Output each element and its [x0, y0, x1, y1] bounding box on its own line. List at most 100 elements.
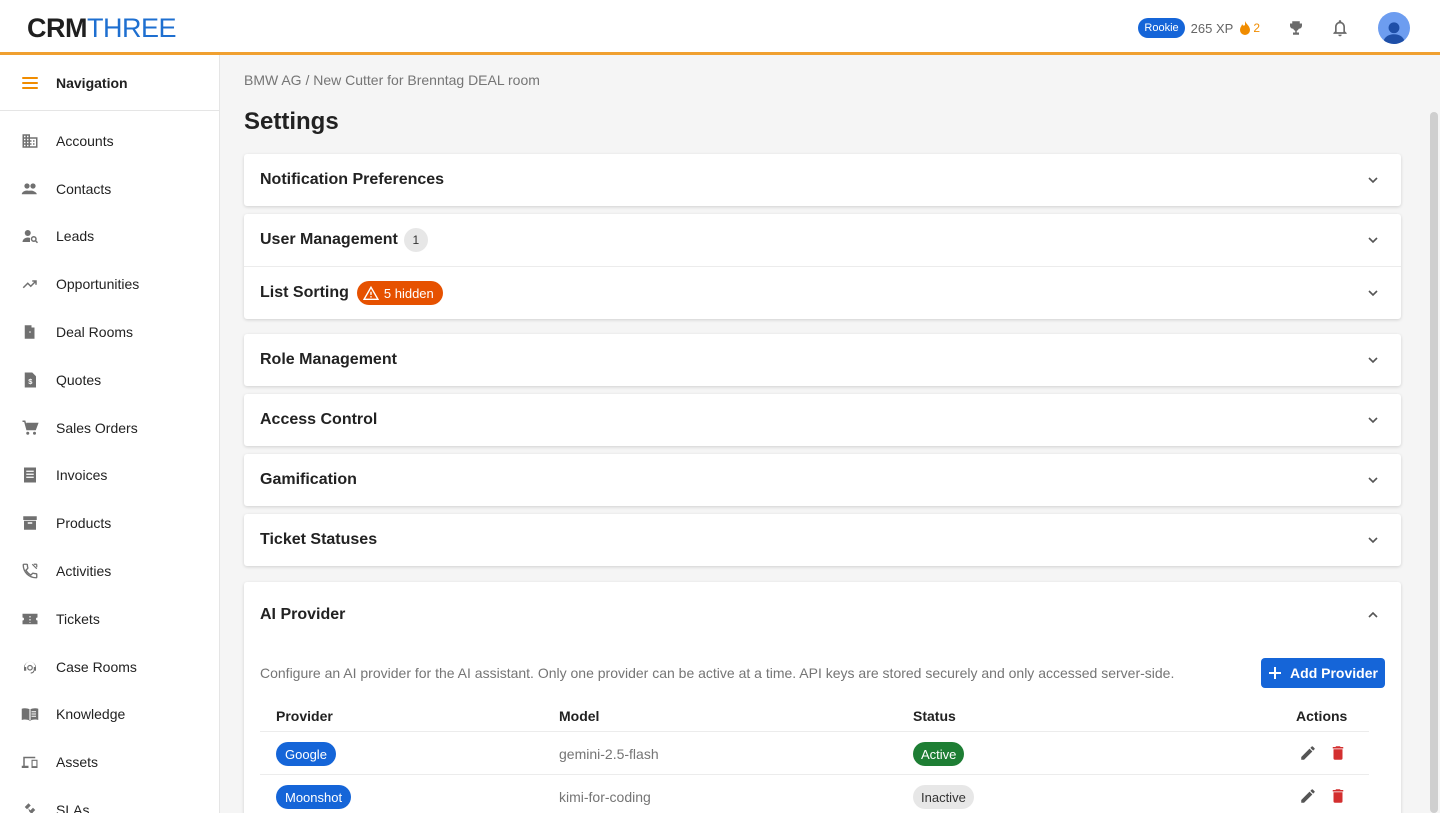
page-title: Settings [244, 108, 339, 135]
sidebar-item-label: Products [56, 515, 112, 532]
nav-header[interactable]: Navigation [0, 55, 219, 111]
sidebar-item-label: Assets [56, 754, 99, 771]
bell-icon [1333, 20, 1347, 37]
delete-icon[interactable] [1329, 787, 1347, 805]
xp-count: 265 XP [1190, 20, 1234, 36]
ticket-icon [21, 610, 39, 628]
sidebar-item-activities[interactable]: Activities [0, 547, 219, 595]
sidebar-item-tickets[interactable]: Tickets [0, 595, 219, 643]
add-provider-button[interactable]: Add Provider [1261, 658, 1385, 688]
ai-provider-panel: AI Provider Configure an AI provider for… [244, 582, 1401, 813]
sidebar-item-leads[interactable]: Leads [0, 213, 219, 261]
notifications-button[interactable] [1328, 16, 1352, 40]
chevron-down-icon [1368, 357, 1378, 364]
sidebar-item-label: Contacts [56, 180, 112, 197]
ticket-statuses-header[interactable]: Ticket Statuses [244, 514, 1401, 566]
chevron-down-icon [1368, 237, 1378, 244]
notification-preferences-panel: Notification Preferences [244, 154, 1401, 206]
trophy-icon [1290, 21, 1302, 35]
user-avatar[interactable] [1378, 12, 1410, 44]
sidebar-item-label: Sales Orders [56, 419, 138, 436]
sidebar-item-sales-orders[interactable]: Sales Orders [0, 404, 219, 452]
sidebar-item-assets[interactable]: Assets [0, 738, 219, 786]
ai-provider-header[interactable]: AI Provider [244, 582, 1401, 648]
provider-chip: Google [276, 742, 336, 766]
sidebar-item-label: Case Rooms [56, 658, 137, 675]
people-icon [21, 180, 39, 198]
plus-icon [1269, 667, 1282, 679]
section-title: User Management [260, 231, 398, 248]
status-badge: Active [913, 742, 965, 766]
scrollbar-thumb[interactable] [1430, 112, 1438, 813]
status-badge: Inactive [913, 785, 974, 809]
access-control-header[interactable]: Access Control [244, 394, 1401, 446]
column-header-provider[interactable]: Provider [276, 708, 333, 724]
trophy-button[interactable] [1284, 16, 1308, 40]
sidebar-item-contacts[interactable]: Contacts [0, 165, 219, 213]
door-icon [21, 323, 39, 341]
column-header-status[interactable]: Status [913, 708, 956, 724]
support-agent-icon [21, 658, 39, 676]
chevron-down-icon [1368, 177, 1378, 184]
chevron-down-icon [1368, 290, 1378, 297]
model-cell: kimi-for-coding [559, 789, 651, 805]
sidebar-item-products[interactable]: Products [0, 499, 219, 547]
sidebar-item-label: Opportunities [56, 276, 140, 293]
app-logo[interactable]: CRMTHREE [27, 14, 177, 42]
sidebar-item-knowledge[interactable]: Knowledge [0, 691, 219, 739]
trending-up-icon [21, 275, 39, 293]
gamification-header[interactable]: Gamification [244, 454, 1401, 506]
chevron-down-icon [1368, 477, 1378, 484]
model-cell: gemini-2.5-flash [559, 746, 659, 762]
role-management-header[interactable]: Role Management [244, 334, 1401, 386]
streak-counter: 2 [1239, 21, 1260, 35]
provider-chip: Moonshot [276, 785, 352, 809]
main-content: BMW AG / New Cutter for Brenntag DEAL ro… [220, 55, 1428, 813]
sidebar-item-accounts[interactable]: Accounts [0, 117, 219, 165]
top-bar: CRMTHREE Rookie 265 XP 2 [0, 0, 1440, 55]
sidebar-item-quotes[interactable]: $ Quotes [0, 356, 219, 404]
sidebar-item-label: Leads [56, 228, 95, 245]
sidebar-item-label: Accounts [56, 132, 114, 149]
sidebar-item-label: Knowledge [56, 706, 126, 723]
edit-icon[interactable] [1299, 787, 1317, 805]
section-title: Access Control [260, 411, 378, 428]
section-title: Role Management [260, 351, 397, 368]
section-title: Gamification [260, 471, 357, 488]
gavel-icon [21, 801, 39, 813]
archive-icon [21, 514, 39, 532]
section-title: List Sorting [260, 284, 349, 301]
ai-provider-description: Configure an AI provider for the AI assi… [260, 665, 1175, 681]
menu-icon[interactable] [22, 76, 38, 89]
edit-icon[interactable] [1299, 744, 1317, 762]
sidebar-item-label: Activities [56, 563, 112, 580]
building-icon [21, 132, 39, 150]
delete-icon[interactable] [1329, 744, 1347, 762]
hidden-count: 5 hidden [383, 285, 434, 301]
role-management-panel: Role Management [244, 334, 1401, 386]
notification-preferences-header[interactable]: Notification Preferences [244, 154, 1401, 206]
sidebar-item-label: SLAs [56, 802, 90, 813]
add-provider-label: Add Provider [1290, 665, 1378, 681]
sidebar-item-slas[interactable]: SLAs [0, 786, 219, 813]
chevron-down-icon [1368, 537, 1378, 544]
sidebar-item-invoices[interactable]: Invoices [0, 452, 219, 500]
column-header-actions: Actions [1296, 708, 1348, 724]
breadcrumb[interactable]: BMW AG / New Cutter for Brenntag DEAL ro… [244, 72, 540, 88]
sidebar-item-case-rooms[interactable]: Case Rooms [0, 643, 219, 691]
list-sorting-header[interactable]: List Sorting 5 hidden [244, 267, 1401, 319]
book-icon [21, 705, 39, 723]
access-control-panel: Access Control [244, 394, 1401, 446]
sidebar-item-opportunities[interactable]: Opportunities [0, 260, 219, 308]
request-quote-icon: $ [21, 371, 39, 389]
person-icon [1383, 22, 1405, 44]
nav-list: Accounts Contacts Leads Opportunities De… [0, 111, 219, 813]
sidebar: Navigation Accounts Contacts Leads Oppor… [0, 55, 220, 813]
receipt-icon [21, 466, 39, 484]
user-management-header[interactable]: User Management 1 [244, 214, 1401, 266]
sidebar-item-deal-rooms[interactable]: Deal Rooms [0, 308, 219, 356]
gamification-panel: Gamification [244, 454, 1401, 506]
column-header-model[interactable]: Model [559, 708, 599, 724]
phone-icon [21, 562, 39, 580]
user-count-badge: 1 [403, 228, 428, 252]
